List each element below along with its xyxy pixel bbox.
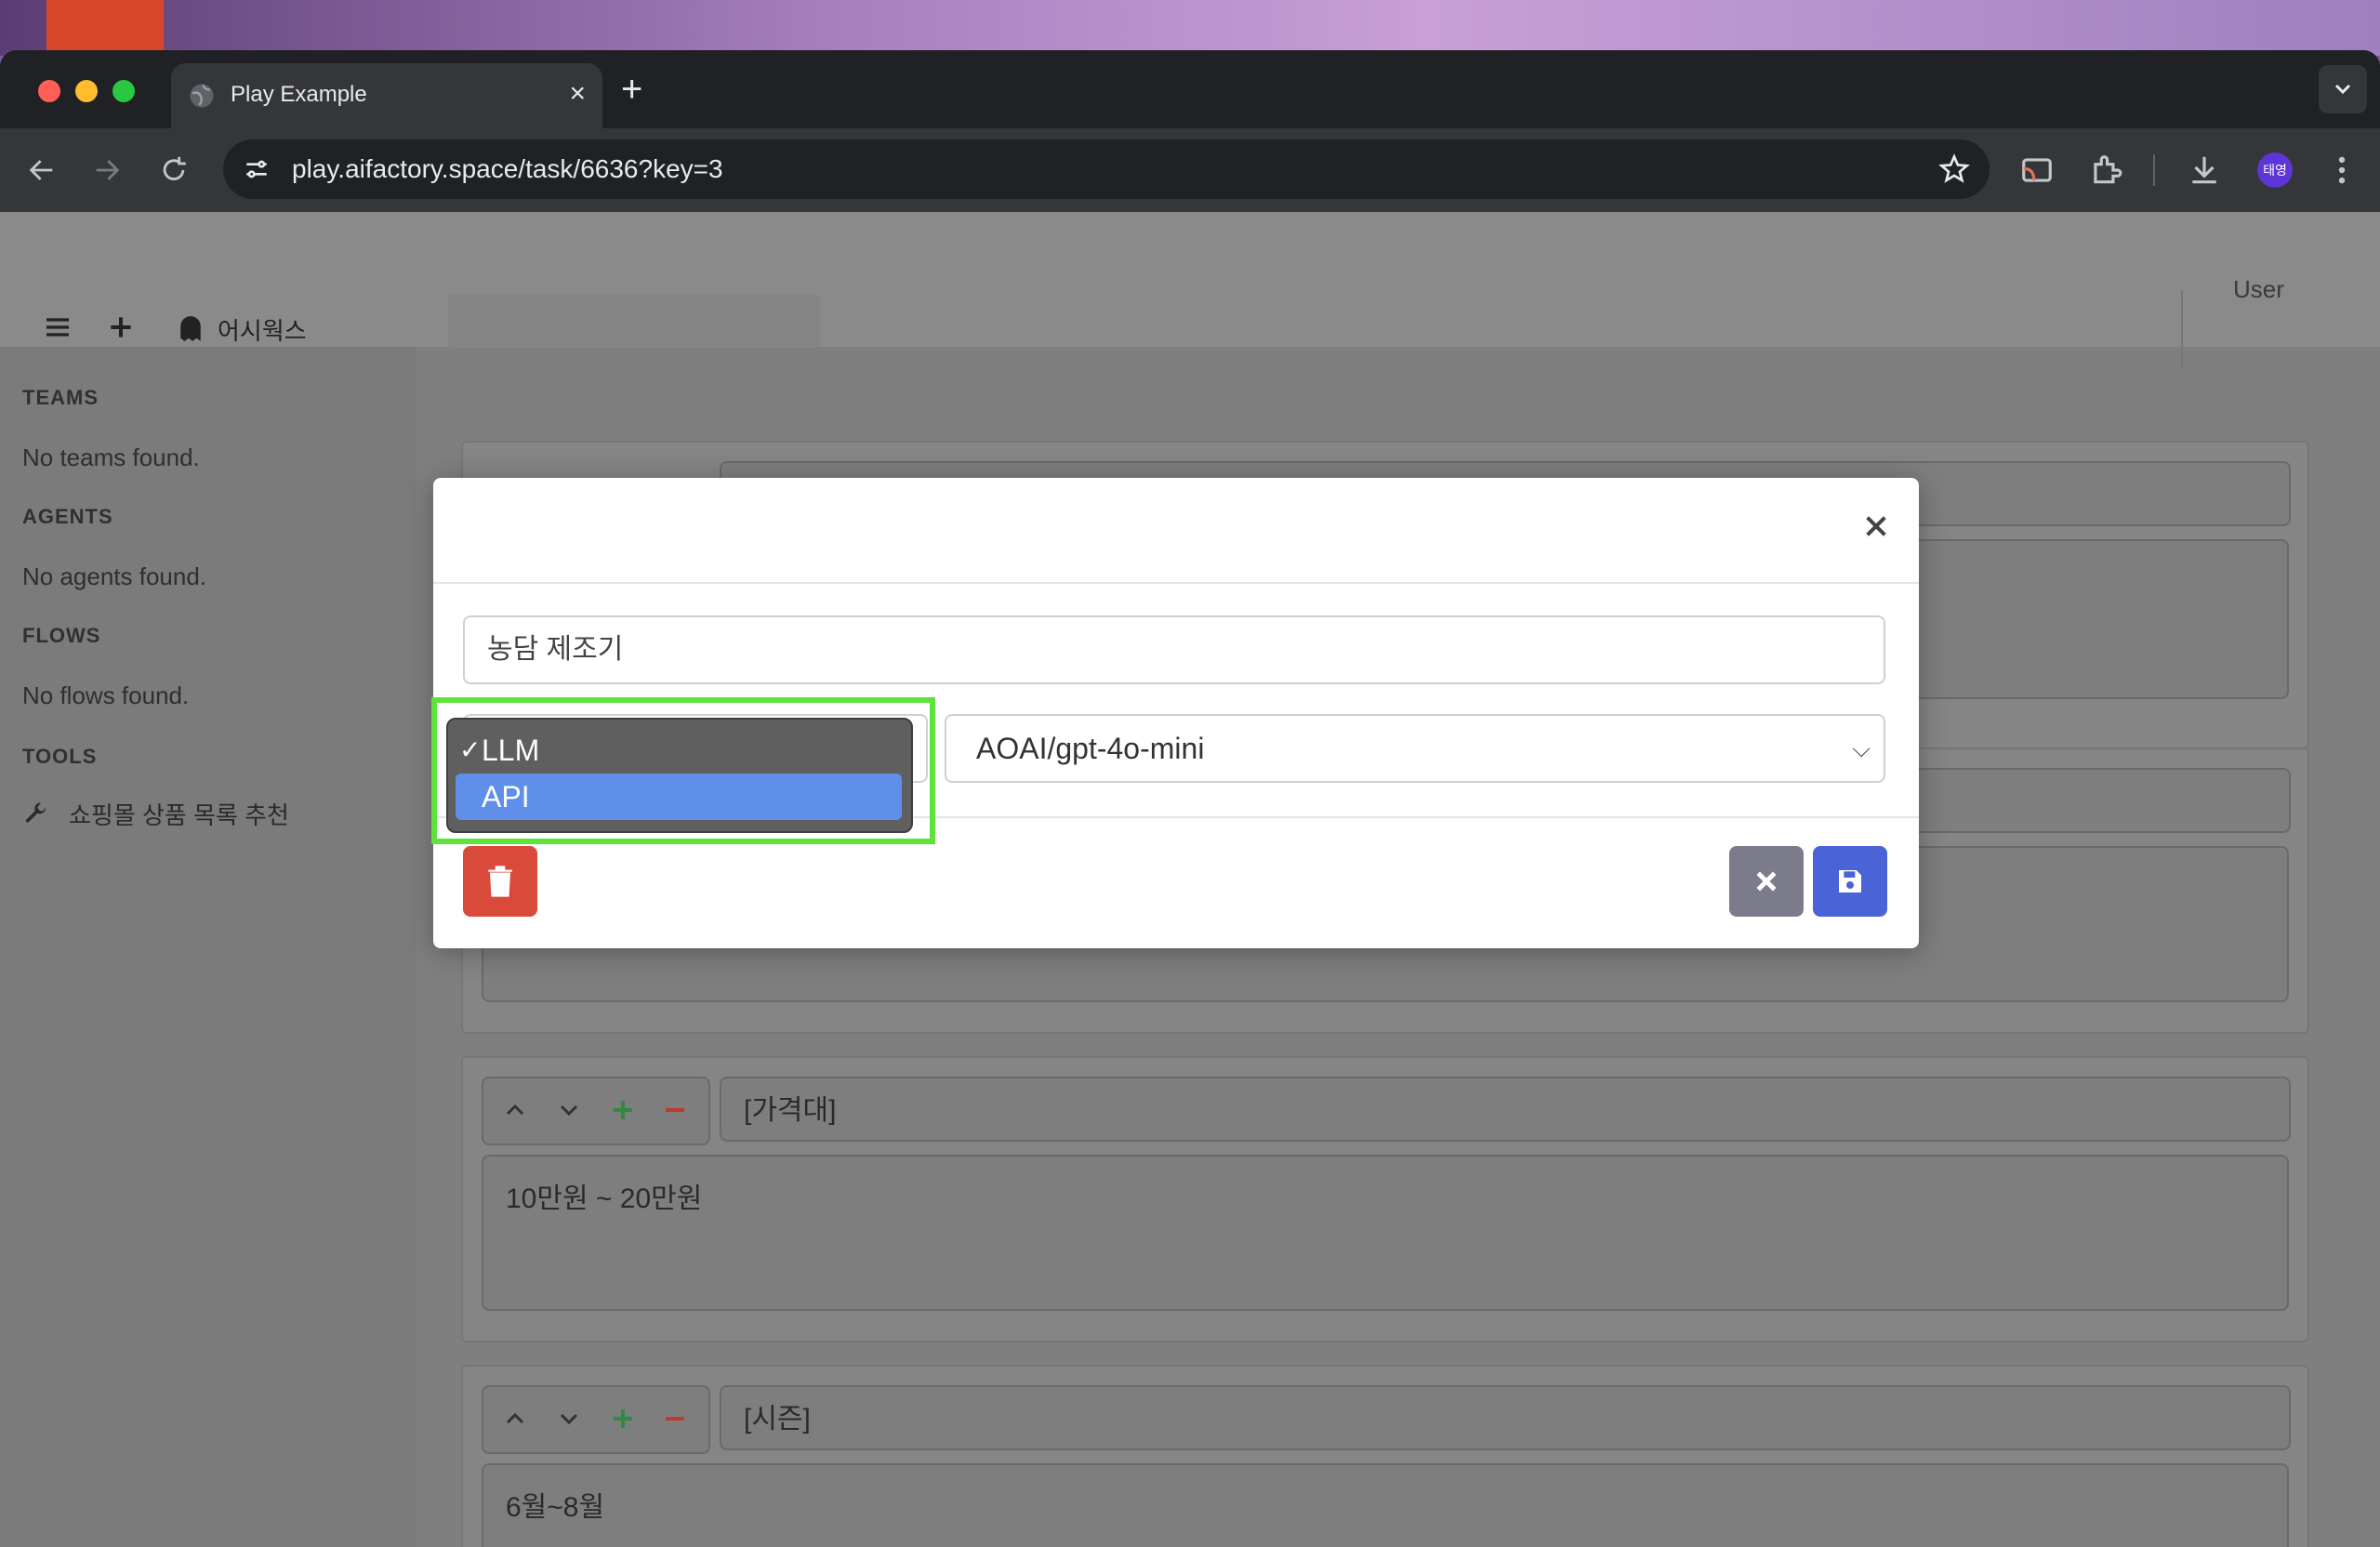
reload-icon[interactable]	[158, 154, 190, 186]
agents-empty-text: No agents found.	[22, 562, 207, 590]
name-input[interactable]: 농담 제조기	[463, 615, 1885, 684]
forward-icon[interactable]	[91, 154, 123, 186]
address-bar[interactable]: play.aifactory.space/task/6636?key=3	[223, 139, 1990, 199]
wrench-icon	[25, 802, 46, 823]
more-menu-icon[interactable]	[2324, 152, 2360, 188]
new-tab-button[interactable]: +	[621, 71, 642, 108]
chevron-up-icon[interactable]	[496, 1090, 534, 1130]
flows-empty-text: No flows found.	[22, 681, 190, 709]
back-icon[interactable]	[26, 154, 58, 186]
card-value-area[interactable]: 6월~8월	[482, 1463, 2289, 1547]
desktop-background	[0, 0, 2380, 56]
download-icon[interactable]	[2187, 152, 2222, 188]
user-label[interactable]: User	[2233, 275, 2284, 304]
url-text: play.aifactory.space/task/6636?key=3	[292, 154, 723, 183]
toolbar-divider	[2153, 154, 2155, 186]
page-content: 어시웍스 User TEAMS No teams found. AGENTS N…	[0, 212, 2380, 1547]
teams-empty-text: No teams found.	[22, 443, 200, 471]
maximize-window-button[interactable]	[112, 80, 135, 102]
card-value-area[interactable]: 10만원 ~ 20만원	[482, 1155, 2289, 1311]
chevron-down-icon: ⌵	[1852, 734, 1871, 762]
plus-icon[interactable]	[604, 1090, 641, 1130]
tab-search-button[interactable]	[2319, 65, 2367, 113]
minimize-window-button[interactable]	[75, 80, 98, 102]
sidebar: TEAMS No teams found. AGENTS No agents f…	[0, 347, 416, 1547]
x-icon	[1756, 871, 1777, 892]
profile-avatar[interactable]: 태영	[2257, 152, 2293, 188]
menu-icon[interactable]	[43, 312, 73, 342]
app-topbar: 어시웍스 User	[0, 212, 2380, 370]
card-key-field[interactable]: [가격대]	[720, 1077, 2291, 1142]
agents-heading: AGENTS	[22, 505, 113, 528]
save-button[interactable]	[1813, 846, 1887, 917]
minus-icon[interactable]	[656, 1090, 694, 1130]
close-icon[interactable]	[1861, 511, 1891, 541]
browser-toolbar: play.aifactory.space/task/6636?key=3 태영	[0, 128, 2380, 212]
prompt-card: [시즌] 6월~8월	[461, 1365, 2309, 1547]
close-tab-icon[interactable]: ×	[569, 78, 586, 110]
flows-heading: FLOWS	[22, 624, 101, 647]
cancel-button[interactable]	[1729, 846, 1804, 917]
model-select-value: AOAI/gpt-4o-mini	[976, 732, 1205, 765]
close-window-button[interactable]	[38, 80, 60, 102]
chevron-down-icon[interactable]	[550, 1090, 588, 1130]
bookmark-star-icon[interactable]	[1937, 152, 1971, 186]
plus-icon[interactable]	[604, 1398, 641, 1439]
tool-item-label: 쇼핑몰 상품 목록 추천	[69, 801, 289, 829]
extensions-icon[interactable]	[2088, 152, 2123, 188]
cast-icon[interactable]	[2019, 152, 2055, 188]
chevron-down-icon	[2334, 84, 2351, 95]
tab-title: Play Example	[231, 82, 367, 107]
tab-strip: Play Example × +	[0, 50, 2380, 128]
prompt-card: [가격대] 10만원 ~ 20만원	[461, 1056, 2309, 1342]
browser-window: Play Example × + play.aifactory.space/ta…	[0, 50, 2380, 1547]
card-controls	[482, 1077, 710, 1145]
model-select[interactable]: AOAI/gpt-4o-mini ⌵	[945, 714, 1885, 783]
site-settings-icon[interactable]	[242, 154, 271, 184]
globe-icon	[190, 84, 214, 108]
card-controls	[482, 1385, 710, 1454]
save-icon	[1839, 870, 1861, 892]
teams-heading: TEAMS	[22, 386, 99, 409]
chevron-down-icon[interactable]	[550, 1398, 588, 1439]
edit-modal: 농담 제조기 AOAI/gpt-4o-mini ⌵ ✓ LLM API	[431, 478, 1919, 948]
tools-heading: TOOLS	[22, 745, 98, 768]
task-header	[448, 294, 820, 348]
chevron-up-icon[interactable]	[496, 1398, 534, 1439]
card-key-field[interactable]: [시즌]	[720, 1385, 2291, 1450]
delete-button[interactable]	[463, 846, 537, 917]
workspace-name[interactable]: 어시웍스	[218, 312, 307, 347]
header-divider	[2181, 290, 2183, 370]
modal-divider	[433, 582, 1919, 584]
highlight-box	[431, 697, 935, 844]
dock-app	[46, 0, 164, 50]
trash-icon	[488, 866, 512, 897]
tab-play-example[interactable]: Play Example ×	[171, 63, 602, 128]
ghost-icon	[180, 316, 201, 341]
add-icon[interactable]	[106, 312, 136, 342]
minus-icon[interactable]	[656, 1398, 694, 1439]
